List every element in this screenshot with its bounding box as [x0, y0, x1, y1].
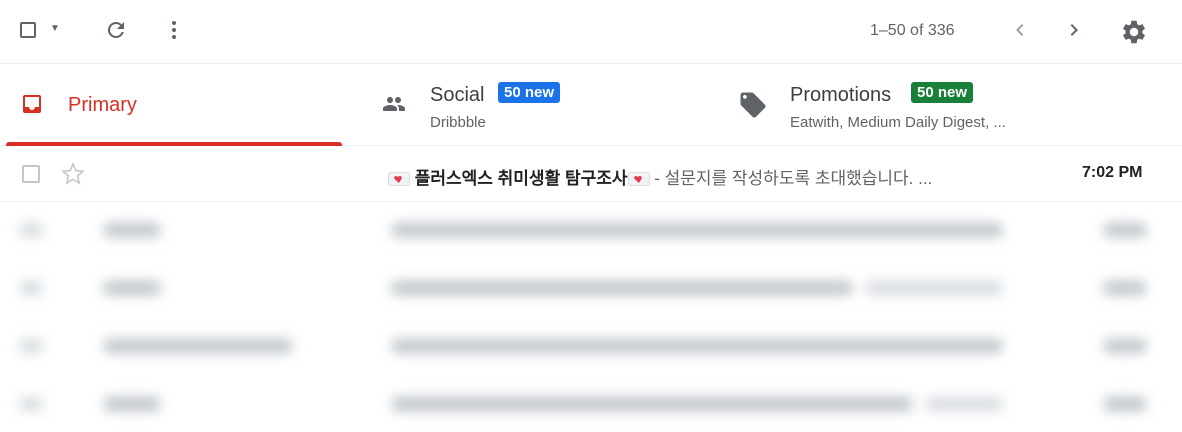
new-count-badge: 50 new: [911, 82, 974, 103]
refresh-icon[interactable]: [104, 18, 128, 42]
email-row[interactable]: 플러스엑스 취미생활 탐구조사 - 설문지를 작성하도록 초대했습니다. ...…: [0, 146, 1182, 202]
tag-icon: [740, 92, 766, 118]
table-row[interactable]: [0, 202, 1182, 258]
pagination-range: 1–50 of 336: [870, 22, 955, 39]
table-row[interactable]: [0, 318, 1182, 374]
blurred-email-list: [0, 202, 1182, 428]
email-subject: 플러스엑스 취미생활 탐구조사: [414, 169, 628, 188]
inbox-icon: [23, 95, 41, 113]
toolbar: ▼ 1–50 of 336: [0, 0, 1182, 64]
tab-social-senders: Dribbble: [430, 114, 486, 131]
email-time: 7:02 PM: [1082, 164, 1143, 181]
more-vert-icon[interactable]: [162, 18, 186, 42]
category-tabs: Primary Social 50 new Dribbble Promotion…: [0, 64, 1182, 146]
new-count-badge: 50 new: [498, 82, 561, 103]
caret-down-icon[interactable]: ▼: [50, 23, 60, 34]
email-content: 플러스엑스 취미생활 탐구조사 - 설문지를 작성하도록 초대했습니다. ...: [388, 164, 932, 189]
star-icon[interactable]: [60, 162, 86, 186]
table-row[interactable]: [0, 260, 1182, 316]
chevron-left-icon[interactable]: [1008, 18, 1032, 42]
tab-social[interactable]: Social 50 new Dribbble: [370, 64, 710, 146]
tab-social-label: Social: [430, 84, 485, 106]
email-snippet: - 설문지를 작성하도록 초대했습니다. ...: [649, 169, 933, 188]
people-icon: [383, 97, 405, 111]
select-all-checkbox[interactable]: [20, 22, 36, 38]
tab-primary-label: Primary: [68, 94, 137, 116]
heart-letter-icon: [388, 172, 410, 186]
table-row[interactable]: [0, 376, 1182, 432]
gear-icon[interactable]: [1120, 18, 1148, 46]
tab-promotions-senders: Eatwith, Medium Daily Digest, ...: [790, 114, 1006, 131]
tab-primary[interactable]: Primary: [6, 64, 342, 146]
row-checkbox[interactable]: [22, 165, 40, 183]
heart-letter-icon: [627, 172, 650, 186]
tab-promotions-label: Promotions: [790, 84, 892, 106]
tab-promotions[interactable]: Promotions 50 new Eatwith, Medium Daily …: [730, 64, 1070, 146]
chevron-right-icon[interactable]: [1062, 18, 1086, 42]
